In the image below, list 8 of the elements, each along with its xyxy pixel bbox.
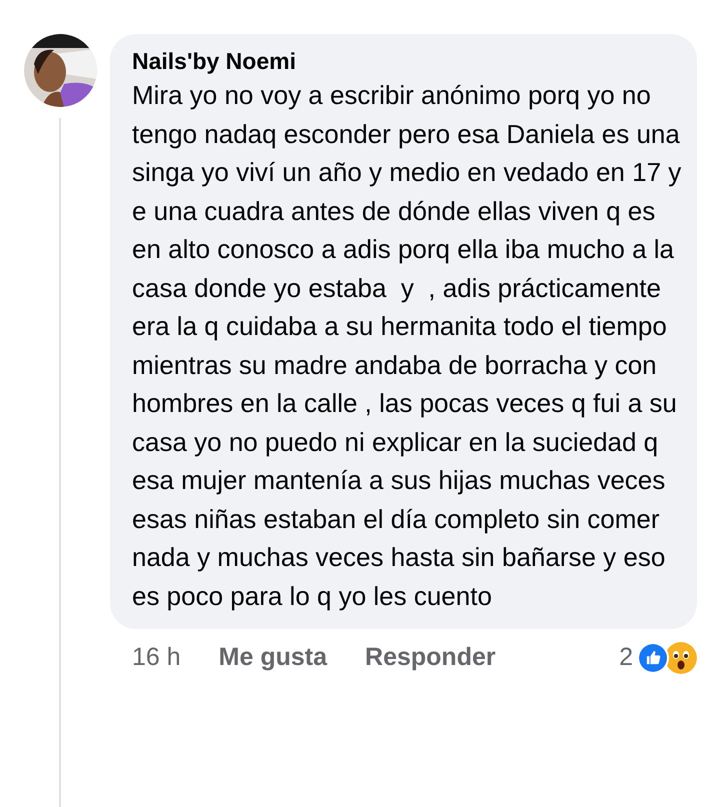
reaction-count: 2 [619, 642, 633, 673]
like-icon [637, 642, 669, 674]
wow-emoji-icon [665, 642, 697, 674]
reply-link[interactable]: Responder [365, 639, 496, 676]
like-link[interactable]: Me gusta [218, 639, 328, 676]
author-name[interactable]: Nails'by Noemi [132, 46, 683, 76]
comment-text: Mira yo no voy a escribir anónimo porq yo no tengo nadaq esconder pero esa Daniela es una singa yo viví un año y medio en vedado en 17 y e una cuadra antes de dónde ellas viven q es en alto conosco a adis porq ella iba mucho a la casa donde yo estaba y , adis prácticamente era la q cuidaba a su hermanita todo el tiempo mientras su madre andaba de borracha y con hombres en la calle , las pocas veces q fui a su casa yo no puedo ni explicar en la suciedad q esa mujer mantenía a sus hijas muchas veces esas niñas estaban el día completo sin comer nada y muchas veces hasta sin bañarse y eso es poco para lo q yo les cuento [132, 79, 682, 612]
timestamp: 16 h [132, 642, 181, 673]
